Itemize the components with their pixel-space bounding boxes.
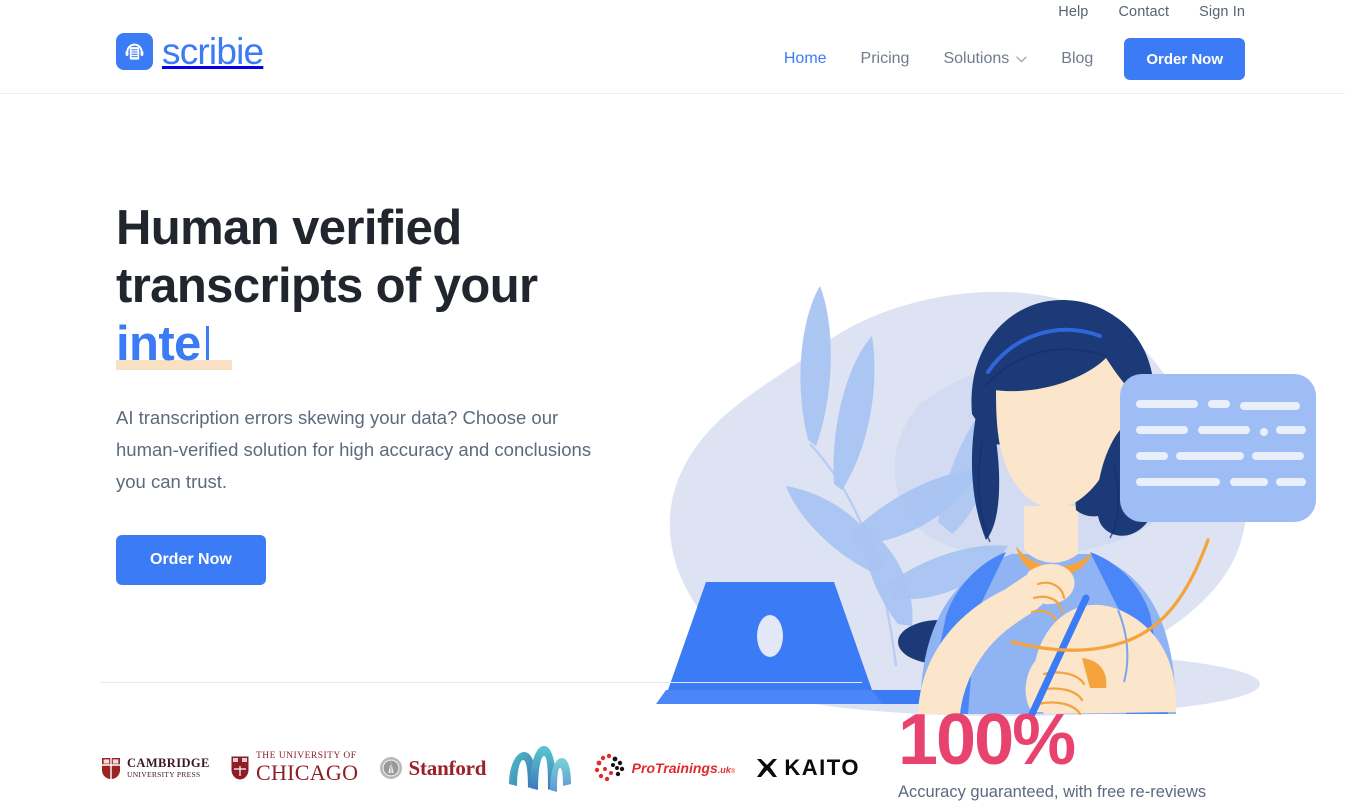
nav-link-pricing[interactable]: Pricing [844, 39, 927, 79]
protrainings-logo-name: ProTrainings [631, 760, 718, 776]
wave-mark-icon [509, 746, 572, 792]
chicago-logo-line-2: CHICAGO [255, 760, 359, 786]
stat-number: 100% [898, 700, 1076, 780]
social-proof-section: CAMBRIDGE UNIVERSITY PRESS THE UNIVERSIT… [0, 682, 1345, 803]
protrainings-uk-logo: ProTrainings .uk ® [593, 752, 735, 784]
order-now-button-header[interactable]: Order Now [1124, 38, 1245, 80]
utility-link-sign-in[interactable]: Sign In [1199, 0, 1245, 24]
protrainings-logo-tld: .uk [717, 765, 731, 775]
stanford-logo: Stanford [379, 755, 487, 781]
headline-line-2: transcripts of your [116, 259, 538, 313]
wave-logo [506, 742, 572, 794]
brand-name: scribie [162, 31, 264, 72]
transcript-bubble [1120, 374, 1316, 522]
hero-section: Human verified transcripts of your inte … [0, 94, 1345, 718]
utility-link-help[interactable]: Help [1058, 0, 1088, 24]
kaito-logo: KAITO [755, 755, 860, 781]
chevron-down-icon [1016, 50, 1027, 68]
headline-typed-text: inte [116, 317, 201, 371]
main-nav: Home Pricing Solutions Blog Order Now [767, 38, 1245, 80]
kaito-logo-text: KAITO [784, 755, 860, 780]
stanford-seal-icon [379, 757, 402, 779]
nav-link-solutions-label: Solutions [943, 50, 1010, 67]
headline-typed-wrapper: inte [116, 315, 232, 373]
hero-copy: Human verified transcripts of your inte … [116, 199, 646, 585]
order-now-button-hero[interactable]: Order Now [116, 535, 266, 585]
cambridge-logo-line-1: CAMBRIDGE [127, 756, 210, 771]
kaito-mark-icon [757, 759, 778, 777]
utility-nav: Help Contact Sign In [1058, 0, 1245, 24]
cambridge-university-press-logo: CAMBRIDGE UNIVERSITY PRESS [100, 756, 210, 780]
headline-line-1: Human verified [116, 201, 462, 255]
hero-illustration [620, 254, 1345, 724]
chicago-crest-icon [231, 756, 249, 780]
hero-subhead: AI transcription errors skewing your dat… [116, 407, 592, 492]
cambridge-logo-line-2: UNIVERSITY PRESS [127, 770, 201, 780]
nav-link-home[interactable]: Home [767, 39, 844, 79]
accuracy-stat: 100% Accuracy guaranteed, with free re-r… [898, 704, 1328, 803]
stat-label: Accuracy guaranteed, with free re-review… [898, 783, 1207, 801]
section-divider [100, 682, 862, 683]
stanford-logo-text: Stanford [408, 755, 487, 780]
protrainings-dots-icon [594, 753, 624, 782]
brand-logo[interactable]: scribie [116, 31, 264, 72]
nav-link-solutions[interactable]: Solutions [926, 39, 1044, 79]
university-of-chicago-logo: THE UNIVERSITY OF CHICAGO [230, 751, 359, 786]
document-headphones-icon [116, 33, 153, 70]
site-header: Help Contact Sign In scribie Home Pricin… [0, 0, 1345, 94]
client-logo-row: CAMBRIDGE UNIVERSITY PRESS THE UNIVERSIT… [100, 742, 860, 794]
cambridge-crest-icon [102, 758, 120, 780]
utility-link-contact[interactable]: Contact [1118, 0, 1169, 24]
page-title: Human verified transcripts of your inte [116, 199, 646, 373]
nav-link-blog[interactable]: Blog [1044, 39, 1110, 79]
